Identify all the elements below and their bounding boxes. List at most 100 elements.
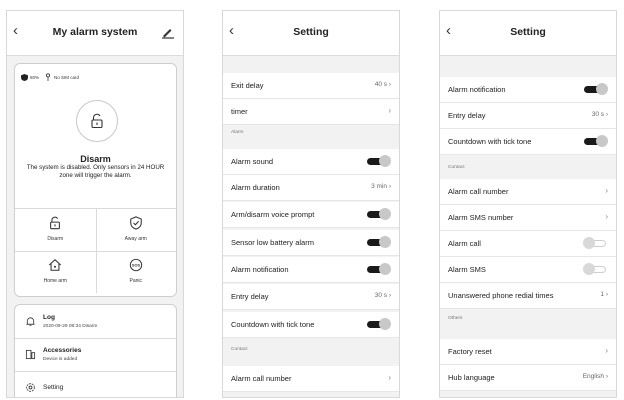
section-header: Contact xyxy=(223,344,399,358)
timer-row[interactable]: timer › xyxy=(223,99,399,125)
home-icon xyxy=(49,259,62,271)
toggle-switch[interactable] xyxy=(367,318,391,330)
entry-delay-row[interactable]: Entry delay 30 s › xyxy=(440,103,616,129)
device-status: 60% No SIM card xyxy=(21,73,79,81)
alarm-call-number-row[interactable]: Alarm call number › xyxy=(440,179,616,205)
alarm-call-number-row[interactable]: Alarm call number › xyxy=(223,366,399,392)
toggle-switch[interactable] xyxy=(584,135,608,147)
page-title: Setting xyxy=(293,26,329,38)
alarm-sms-number-row[interactable]: Alarm SMS number › xyxy=(440,205,616,231)
factory-reset-row[interactable]: Factory reset › xyxy=(440,339,616,365)
toggle-switch[interactable] xyxy=(367,236,391,248)
row-value: 3 min › xyxy=(371,183,391,190)
low-battery-alarm-row: Sensor low battery alarm xyxy=(223,230,399,256)
log-title: Log xyxy=(43,314,55,321)
row-label: Alarm duration xyxy=(231,183,280,192)
chevron-right-icon: › xyxy=(605,186,608,195)
page-title: My alarm system xyxy=(52,26,138,38)
log-detail: 2020-09-29 08:34 Disarm xyxy=(43,324,98,329)
log-item[interactable]: Log 2020-09-29 08:34 Disarm xyxy=(15,305,176,339)
row-label: Alarm call number xyxy=(448,187,509,196)
settings-screen-1: ‹ Setting Exit delay 40 s › timer › Alar… xyxy=(222,10,400,398)
unlock-icon xyxy=(91,113,103,129)
action-label: Panic xyxy=(129,278,142,284)
battery-level: 60% xyxy=(30,74,40,80)
entry-delay-row[interactable]: Entry delay 30 s › xyxy=(223,284,399,310)
section-title: Contact xyxy=(231,347,248,352)
row-label: Alarm SMS number xyxy=(448,213,514,222)
menu-card: Log 2020-09-29 08:34 Disarm Accessories … xyxy=(14,304,177,397)
page-title: Setting xyxy=(510,26,546,38)
row-value: 30 s › xyxy=(591,111,608,118)
action-label: Home arm xyxy=(43,278,67,284)
row-label: Alarm sound xyxy=(231,157,274,166)
toggle-switch[interactable] xyxy=(584,83,608,95)
shield-battery-icon xyxy=(21,73,28,81)
exit-delay-row[interactable]: Exit delay 40 s › xyxy=(223,73,399,99)
spacer xyxy=(223,56,399,73)
sos-icon: SOS xyxy=(129,258,142,272)
bell-icon xyxy=(26,317,35,327)
row-label: Factory reset xyxy=(448,347,492,356)
arm-actions-grid: Disarm Away arm Home arm SOS Panic xyxy=(15,208,176,293)
redial-times-row[interactable]: Unanswered phone redial times 1 › xyxy=(440,283,616,309)
header: ‹ Setting xyxy=(440,11,616,56)
device-icon xyxy=(25,349,36,360)
row-label: Alarm call xyxy=(448,239,481,248)
status-card: 60% No SIM card Disarm The system is dis… xyxy=(14,63,177,297)
row-label: Entry delay xyxy=(448,111,486,120)
section-title: Others xyxy=(448,316,463,321)
alarm-notification-row: Alarm notification xyxy=(223,257,399,283)
header: ‹ Setting xyxy=(223,11,399,56)
row-label: Entry delay xyxy=(231,292,269,301)
signal-icon xyxy=(46,73,51,81)
sim-status: No SIM card xyxy=(54,74,80,80)
section-title: Alarm xyxy=(231,130,244,135)
action-label: Away arm xyxy=(124,236,147,242)
row-label: Alarm notification xyxy=(448,85,506,94)
setting-item[interactable]: Setting xyxy=(15,371,176,397)
row-value: 40 s › xyxy=(374,81,391,88)
alarm-call-row: Alarm call xyxy=(440,231,616,257)
mode-title: Disarm xyxy=(80,154,111,164)
chevron-right-icon: › xyxy=(388,373,391,382)
row-value: 1 › xyxy=(600,291,608,298)
spacer xyxy=(440,56,616,77)
setting-title: Setting xyxy=(43,384,64,391)
row-label: Unanswered phone redial times xyxy=(448,291,554,300)
section-title: Contact xyxy=(448,165,465,170)
row-label: Alarm notification xyxy=(231,265,289,274)
toggle-switch[interactable] xyxy=(367,155,391,167)
row-label: timer xyxy=(231,107,248,116)
hub-language-row[interactable]: Hub language English › xyxy=(440,365,616,391)
action-label: Disarm xyxy=(47,236,64,242)
row-label: Sensor low battery alarm xyxy=(231,238,314,247)
voice-prompt-row: Arm/disarm voice prompt xyxy=(223,202,399,228)
section-header: Alarm xyxy=(223,127,399,141)
row-label: Alarm SMS xyxy=(448,265,486,274)
row-value: 30 s › xyxy=(374,292,391,299)
toggle-switch[interactable] xyxy=(367,263,391,275)
row-label: Hub language xyxy=(448,373,495,382)
toggle-switch[interactable] xyxy=(583,263,608,275)
row-value: English › xyxy=(582,373,608,380)
header: ‹ My alarm system xyxy=(7,11,183,56)
panic-button[interactable]: SOS Panic xyxy=(96,251,177,293)
away-arm-button[interactable]: Away arm xyxy=(96,209,177,251)
toggle-switch[interactable] xyxy=(367,208,391,220)
svg-text:SOS: SOS xyxy=(132,262,141,267)
countdown-tick-row: Countdown with tick tone xyxy=(223,312,399,338)
gear-icon xyxy=(26,383,35,392)
mode-description: The system is disabled. Only sensors in … xyxy=(26,164,165,179)
edit-icon[interactable] xyxy=(161,25,175,39)
chevron-right-icon: › xyxy=(605,346,608,355)
disarm-button[interactable]: Disarm xyxy=(15,209,96,251)
alarm-duration-row[interactable]: Alarm duration 3 min › xyxy=(223,175,399,201)
countdown-tick-row: Countdown with tick tone xyxy=(440,129,616,155)
toggle-switch[interactable] xyxy=(583,237,608,249)
accessories-title: Accessories xyxy=(43,347,82,354)
accessories-item[interactable]: Accessories Device is added xyxy=(15,338,176,372)
chevron-right-icon: › xyxy=(388,106,391,115)
settings-screen-2: ‹ Setting Alarm notification Entry delay… xyxy=(439,10,617,398)
home-arm-button[interactable]: Home arm xyxy=(15,251,96,293)
